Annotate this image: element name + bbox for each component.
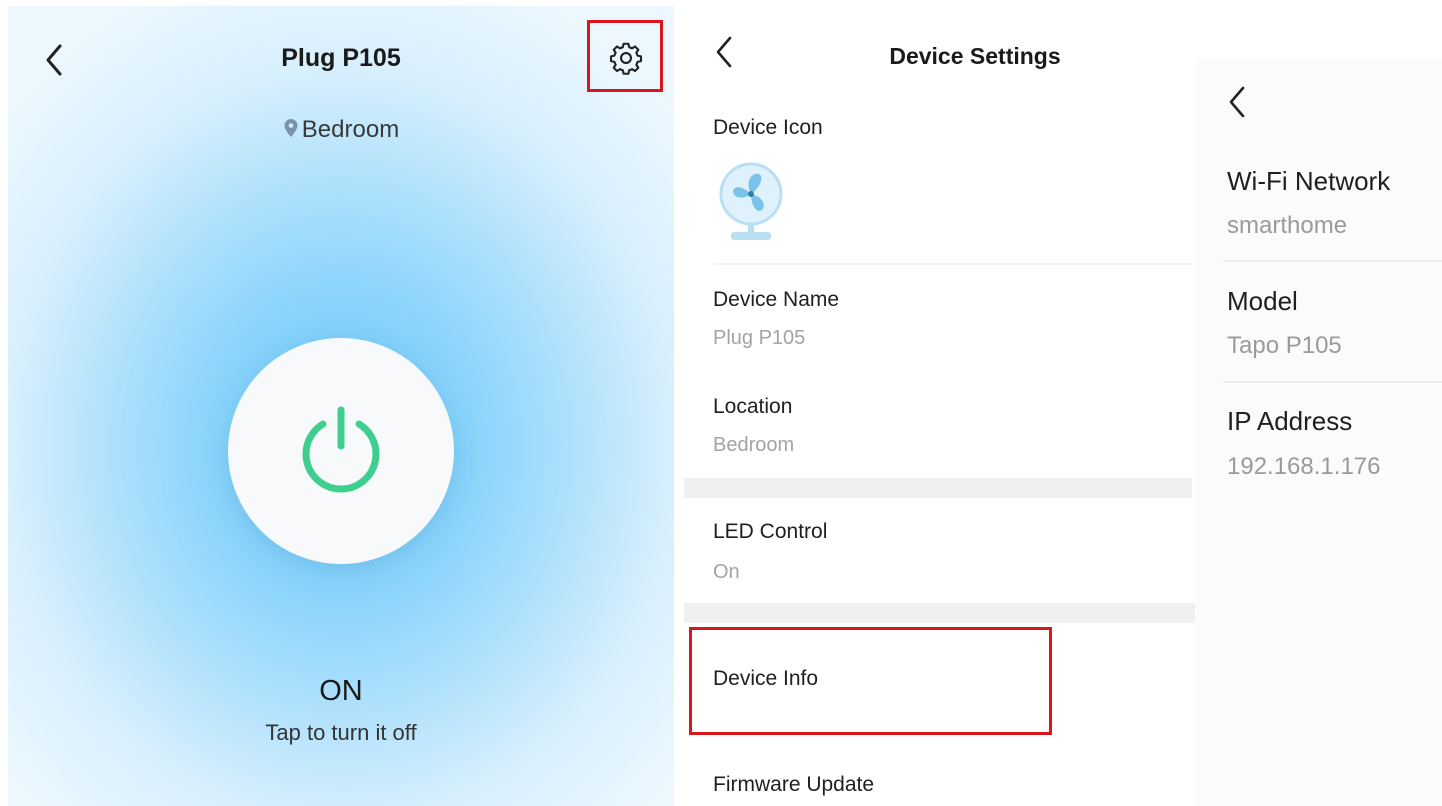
power-state: ON (319, 675, 363, 707)
wifi-network-value: smarthome (1227, 212, 1348, 239)
device-icon-button[interactable] (715, 160, 787, 244)
page-title: Device Settings (889, 43, 1061, 69)
location-pin-icon (284, 119, 298, 137)
location-label: Location (713, 395, 793, 418)
divider (1223, 260, 1442, 262)
divider (1223, 381, 1442, 383)
model-label: Model (1227, 286, 1298, 316)
location-text: Bedroom (301, 116, 400, 143)
device-name-value: Plug P105 (713, 327, 806, 349)
fan-icon (719, 162, 783, 240)
section-gap (684, 478, 1192, 498)
device-name-label: Device Name (713, 288, 840, 311)
device-settings-screen: Device Settings Device Icon Device Name … (684, 0, 1266, 806)
divider (713, 263, 1193, 265)
back-button[interactable] (1225, 84, 1249, 120)
settings-button[interactable] (587, 20, 663, 92)
power-hint: Tap to turn it off (265, 720, 417, 745)
chevron-left-icon (1229, 86, 1245, 118)
firmware-update-label: Firmware Update (713, 773, 875, 796)
location-value: Bedroom (713, 434, 795, 456)
led-control-label: LED Control (713, 520, 828, 543)
ip-address-value: 192.168.1.176 (1227, 453, 1381, 480)
location-label: Bedroom (8, 116, 674, 144)
power-icon (302, 406, 380, 493)
led-control-value: On (713, 561, 740, 583)
device-icon-label: Device Icon (713, 116, 823, 139)
wifi-network-label: Wi-Fi Network (1227, 166, 1391, 196)
power-button[interactable] (228, 338, 454, 564)
model-value: Tapo P105 (1227, 332, 1342, 359)
gear-icon (609, 42, 643, 75)
page-title: Plug P105 (281, 44, 401, 72)
ip-address-label: IP Address (1227, 406, 1353, 436)
device-info-label: Device Info (713, 667, 819, 690)
plug-home-screen: Plug P105 Bedroom ON Tap to turn it off (8, 6, 674, 806)
section-gap (684, 603, 1266, 623)
led-control-row[interactable] (684, 500, 1266, 600)
device-info-screen: Wi-Fi Network smarthome Model Tapo P105 … (1195, 58, 1442, 806)
